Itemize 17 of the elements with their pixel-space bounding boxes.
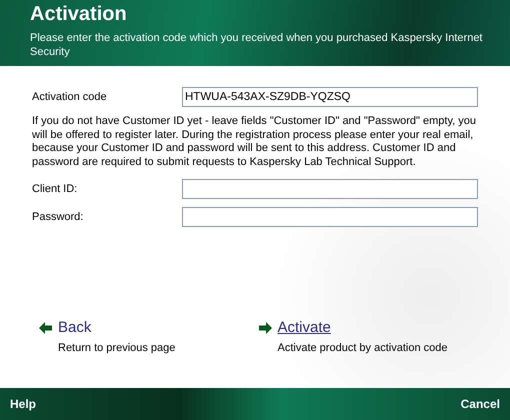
- arrow-icon: [258, 322, 272, 334]
- field-label: Activation code: [32, 90, 108, 102]
- activation-code-field[interactable]: HTWUA-543AX-SZ9DB-YQZSQ: [182, 86, 478, 106]
- action-description: Activate product by activation code: [276, 342, 448, 354]
- action-description: Return to previous page: [57, 342, 176, 354]
- cancel-link[interactable]: Cancel: [460, 397, 500, 411]
- info-paragraph: If you do not have Customer ID yet - leave fields "Customer ID" and "Password" empty, you will be offered to register later. During the registration process please enter your real email, because your Customer ID and password will be sent to this address. Customer ID and password are required to submit requests to Kaspersky Lab Technical Support.: [32, 115, 477, 169]
- field-label: Password:: [32, 210, 84, 222]
- page-subtitle: Please enter the activation code which you received when you purchased Kaspersky Internet Security: [30, 31, 484, 59]
- input-field[interactable]: [182, 178, 478, 198]
- help-link[interactable]: Help: [10, 397, 36, 411]
- page-title: Activation: [30, 2, 128, 26]
- input-field[interactable]: [182, 206, 478, 226]
- arrow-icon: [39, 322, 52, 334]
- field-label: Client ID:: [32, 182, 78, 194]
- action-link[interactable]: Activate: [278, 319, 331, 336]
- action-link[interactable]: Back: [58, 319, 92, 336]
